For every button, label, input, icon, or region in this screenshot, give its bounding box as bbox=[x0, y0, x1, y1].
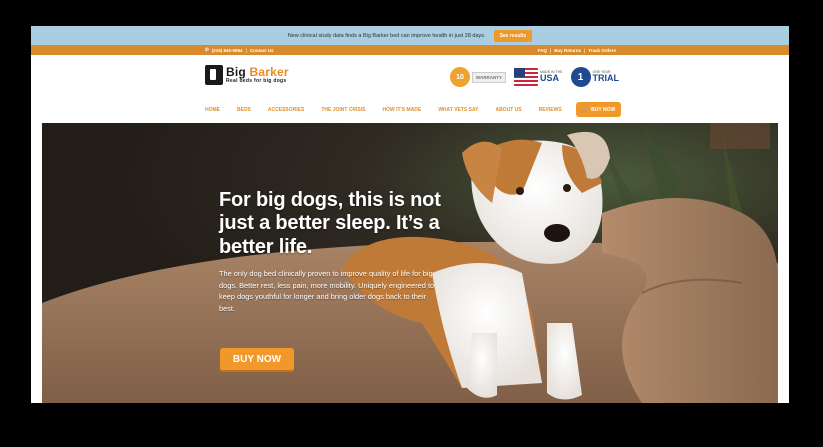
announcement-text: New clinical study data finds a Big Bark… bbox=[287, 32, 486, 39]
faq-link[interactable]: FAQ bbox=[538, 48, 547, 53]
trust-badges: 10 WARRANTY MADE IN THE USA 1 ONE YEAR T… bbox=[450, 67, 619, 87]
separator: | bbox=[245, 47, 247, 53]
logo-mark-icon bbox=[205, 65, 223, 85]
warranty-seal-icon: 10 bbox=[450, 67, 470, 87]
nav-item-home[interactable]: HOME bbox=[205, 107, 220, 113]
track-orders-link[interactable]: Track Orders bbox=[588, 48, 616, 53]
phone-number[interactable]: (215) 840-5984 bbox=[212, 48, 243, 53]
separator: | bbox=[583, 47, 586, 53]
trial-badge: 1 ONE YEAR TRIAL bbox=[570, 67, 620, 87]
trial-big-label: TRIAL bbox=[592, 73, 620, 84]
nav-item-how-its-made[interactable]: HOW IT'S MADE bbox=[383, 107, 422, 113]
nav-item-joint-crisis[interactable]: THE JOINT CRISIS bbox=[321, 107, 365, 113]
logo-tagline: Real beds for big dogs bbox=[226, 78, 287, 84]
cart-icon: 🛒 bbox=[581, 107, 590, 113]
usa-big-label: USA bbox=[540, 73, 560, 84]
separator: | bbox=[549, 47, 552, 53]
hero-section: For big dogs, this is not just a better … bbox=[42, 123, 778, 403]
see-results-button[interactable]: See results bbox=[493, 29, 533, 42]
phone-icon: ✆ bbox=[205, 47, 209, 52]
hero-body: The only dog bed clinically proven to im… bbox=[219, 269, 435, 314]
page-frame: New clinical study data finds a Big Bark… bbox=[31, 26, 789, 403]
utility-bar: ✆ (215) 840-5984 | Contact Us FAQ | Buy … bbox=[31, 45, 789, 55]
trial-seal-icon: 1 bbox=[570, 67, 591, 87]
nav-item-beds[interactable]: BEDS bbox=[237, 107, 251, 113]
warranty-label: WARRANTY bbox=[472, 71, 506, 83]
nav-item-accessories[interactable]: ACCESSORIES bbox=[268, 107, 304, 113]
nav-buy-now-label: BUY NOW bbox=[591, 106, 616, 113]
announcement-bar: New clinical study data finds a Big Bark… bbox=[31, 26, 789, 45]
nav-buy-now-button[interactable]: 🛒 BUY NOW bbox=[575, 102, 622, 117]
site-header: Big Barker Real beds for big dogs 10 WAR… bbox=[31, 55, 789, 123]
hero-buy-now-button[interactable]: BUY NOW bbox=[220, 348, 294, 372]
hero-text-block: For big dogs, this is not just a better … bbox=[219, 189, 449, 315]
nav-item-reviews[interactable]: REVIEWS bbox=[539, 107, 562, 113]
nav-item-about-us[interactable]: ABOUT US bbox=[495, 107, 521, 113]
returns-link[interactable]: Buy Returns bbox=[554, 48, 581, 53]
logo-name: Big Barker bbox=[226, 65, 289, 79]
warranty-badge: 10 WARRANTY bbox=[450, 67, 506, 87]
made-in-usa-badge: MADE IN THE USA bbox=[514, 68, 563, 86]
main-nav: HOME BEDS ACCESSORIES THE JOINT CRISIS H… bbox=[205, 102, 622, 117]
hero-title: For big dogs, this is not just a better … bbox=[219, 189, 441, 258]
nav-item-what-vets-say[interactable]: WHAT VETS SAY bbox=[438, 107, 478, 113]
site-logo[interactable]: Big Barker Real beds for big dogs bbox=[205, 65, 289, 85]
contact-link[interactable]: Contact Us bbox=[250, 48, 274, 53]
us-flag-icon bbox=[514, 68, 538, 86]
